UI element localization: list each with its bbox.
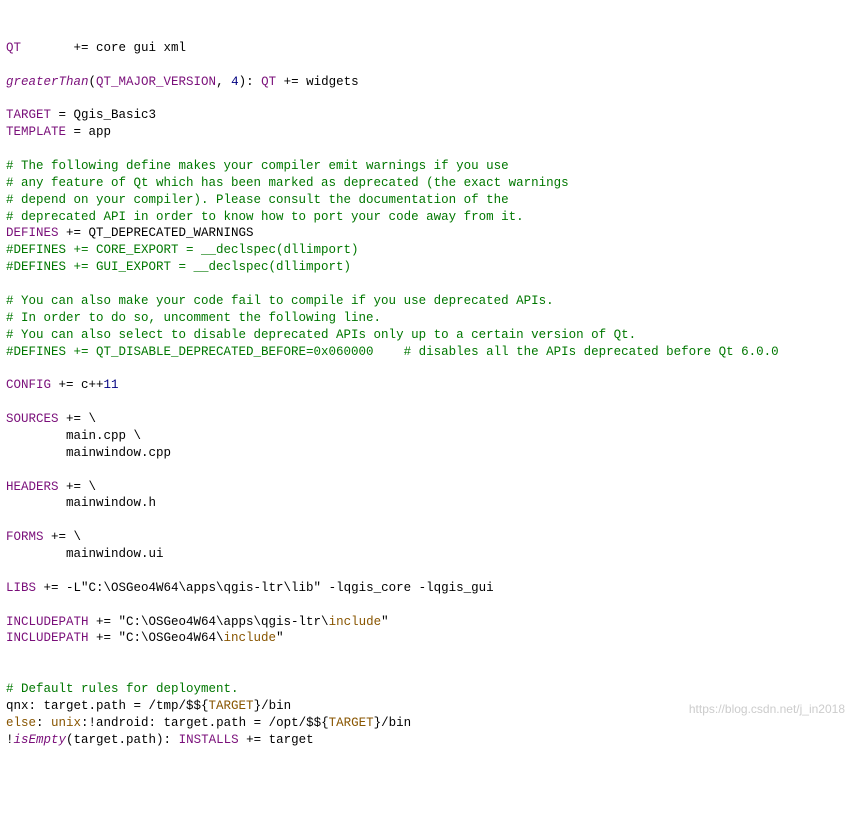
text: = Qgis_Basic3 xyxy=(51,108,156,122)
comment: # You can also make your code fail to co… xyxy=(6,294,554,308)
fn-isempty: isEmpty xyxy=(14,733,67,747)
highlight-target: TARGET xyxy=(209,699,254,713)
text: qnx: target.path = /tmp/$${ xyxy=(6,699,209,713)
text: += "C:\OSGeo4W64\apps\qgis-ltr\ xyxy=(89,615,329,629)
text: mainwindow.ui xyxy=(6,547,164,561)
var-qt: QT xyxy=(261,75,276,89)
code-block: QT += core gui xml greaterThan(QT_MAJOR_… xyxy=(6,40,849,749)
text: main.cpp \ xyxy=(6,429,141,443)
comment: #DEFINES += CORE_EXPORT = __declspec(dll… xyxy=(6,243,359,257)
highlight-include: include xyxy=(329,615,382,629)
var-qt: QT xyxy=(6,41,21,55)
text: ( xyxy=(89,75,97,89)
number: 4 xyxy=(231,75,239,89)
var-forms: FORMS xyxy=(6,530,44,544)
fn-greaterthan: greaterThan xyxy=(6,75,89,89)
text: += target xyxy=(239,733,314,747)
number: 11 xyxy=(104,378,119,392)
var-template: TEMPLATE xyxy=(6,125,66,139)
var-defines: DEFINES xyxy=(6,226,59,240)
comment: # You can also select to disable depreca… xyxy=(6,328,636,342)
text: += "C:\OSGeo4W64\ xyxy=(89,631,224,645)
var-target: TARGET xyxy=(6,108,51,122)
comment: #DEFINES += GUI_EXPORT = __declspec(dlli… xyxy=(6,260,351,274)
text: " xyxy=(381,615,389,629)
text: += core gui xml xyxy=(21,41,186,55)
text: = app xyxy=(66,125,111,139)
var-libs: LIBS xyxy=(6,581,36,595)
text: += \ xyxy=(59,480,97,494)
text: += QT_DEPRECATED_WARNINGS xyxy=(59,226,254,240)
comment: # any feature of Qt which has been marke… xyxy=(6,176,569,190)
var-headers: HEADERS xyxy=(6,480,59,494)
var-config: CONFIG xyxy=(6,378,51,392)
var-includepath: INCLUDEPATH xyxy=(6,631,89,645)
comment: # deprecated API in order to know how to… xyxy=(6,210,524,224)
var-sources: SOURCES xyxy=(6,412,59,426)
text: mainwindow.h xyxy=(6,496,156,510)
comment: # The following define makes your compil… xyxy=(6,159,509,173)
highlight-include: include xyxy=(224,631,277,645)
text: ): xyxy=(239,75,262,89)
var-includepath: INCLUDEPATH xyxy=(6,615,89,629)
text: (target.path): xyxy=(66,733,179,747)
text: += \ xyxy=(59,412,97,426)
comment: #DEFINES += QT_DISABLE_DEPRECATED_BEFORE… xyxy=(6,345,779,359)
text: += c++ xyxy=(51,378,104,392)
text: mainwindow.cpp xyxy=(6,446,171,460)
var-installs: INSTALLS xyxy=(179,733,239,747)
comment: # depend on your compiler). Please consu… xyxy=(6,193,509,207)
text: ! xyxy=(6,733,14,747)
text: , xyxy=(216,75,231,89)
text: += widgets xyxy=(276,75,359,89)
text: += \ xyxy=(44,530,82,544)
text: += -L"C:\OSGeo4W64\apps\qgis-ltr\lib" -l… xyxy=(36,581,494,595)
text: " xyxy=(276,631,284,645)
text: }/bin xyxy=(254,699,292,713)
watermark: https://blog.csdn.net/j_in2018 xyxy=(689,701,845,717)
comment: # In order to do so, uncomment the follo… xyxy=(6,311,381,325)
var-qt-major: QT_MAJOR_VERSION xyxy=(96,75,216,89)
comment: # Default rules for deployment. xyxy=(6,682,239,696)
